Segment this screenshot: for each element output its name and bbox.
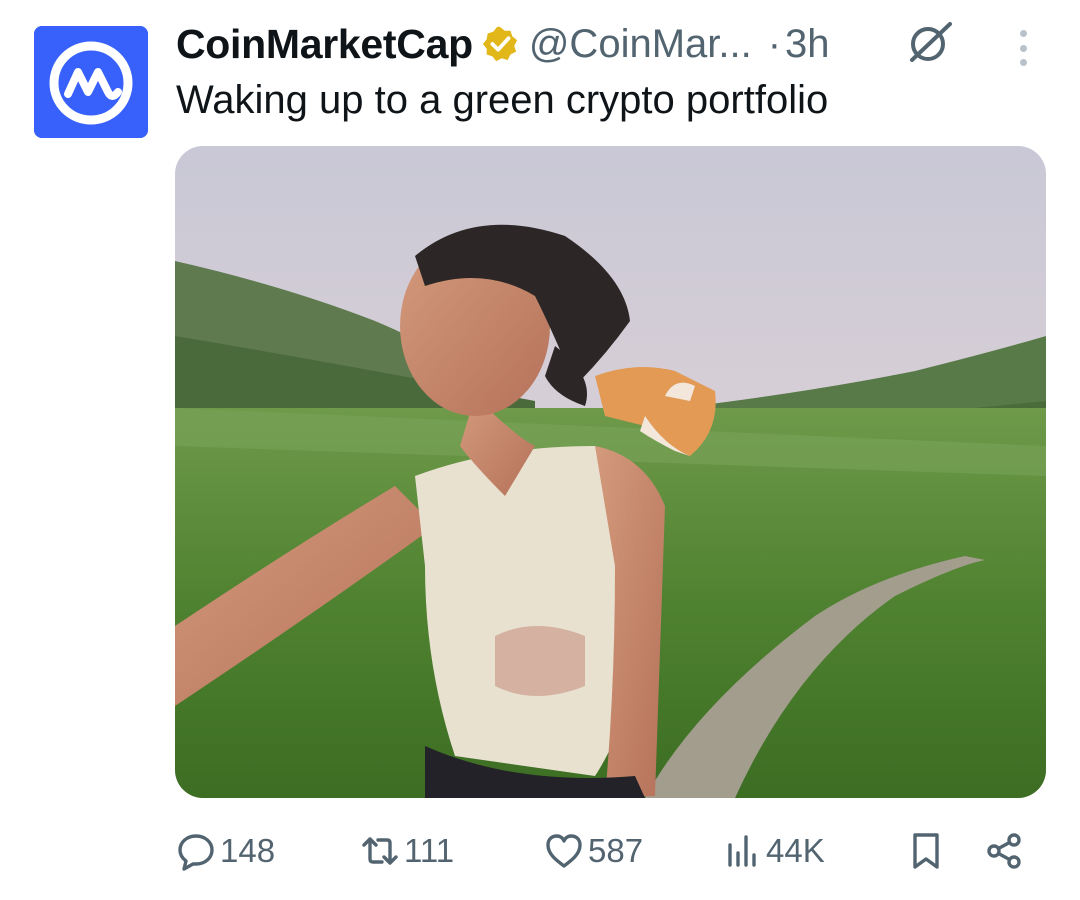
heart-icon [546,834,582,868]
share-icon [987,833,1021,869]
bookmark-icon [913,833,939,869]
avatar[interactable] [34,26,148,138]
reply-count: 148 [220,832,276,869]
views-icon [728,835,756,867]
more-options-button[interactable] [1006,26,1040,70]
tweet-video[interactable] [175,146,1046,798]
tweet-header: CoinMarketCap @CoinMar... · 3h [176,18,830,70]
repost-button[interactable]: 111 [360,826,454,876]
verified-badge-icon[interactable] [481,25,519,63]
more-dot [1019,59,1027,66]
views-button[interactable]: 44K [722,826,825,876]
video-frame [175,146,1046,798]
action-bar: 148 111 587 44K [176,826,1026,876]
separator: · [767,21,782,66]
repost-count: 111 [404,832,455,869]
timestamp[interactable]: 3h [785,22,830,67]
like-count: 587 [588,832,644,869]
author-handle[interactable]: @CoinMar... [529,22,752,67]
author-name[interactable]: CoinMarketCap [176,21,473,68]
coinmarketcap-logo-icon [34,26,148,138]
tweet-text: Waking up to a green crypto portfolio [176,78,829,122]
views-count: 44K [766,832,825,869]
more-dot [1019,44,1027,52]
repost-icon [362,837,398,865]
grok-icon[interactable] [904,18,956,66]
reply-icon [178,834,214,871]
like-button[interactable]: 587 [544,826,643,876]
share-button[interactable] [984,826,1024,876]
more-dot [1019,30,1027,37]
bookmark-button[interactable] [906,826,946,876]
reply-button[interactable]: 148 [176,826,275,876]
